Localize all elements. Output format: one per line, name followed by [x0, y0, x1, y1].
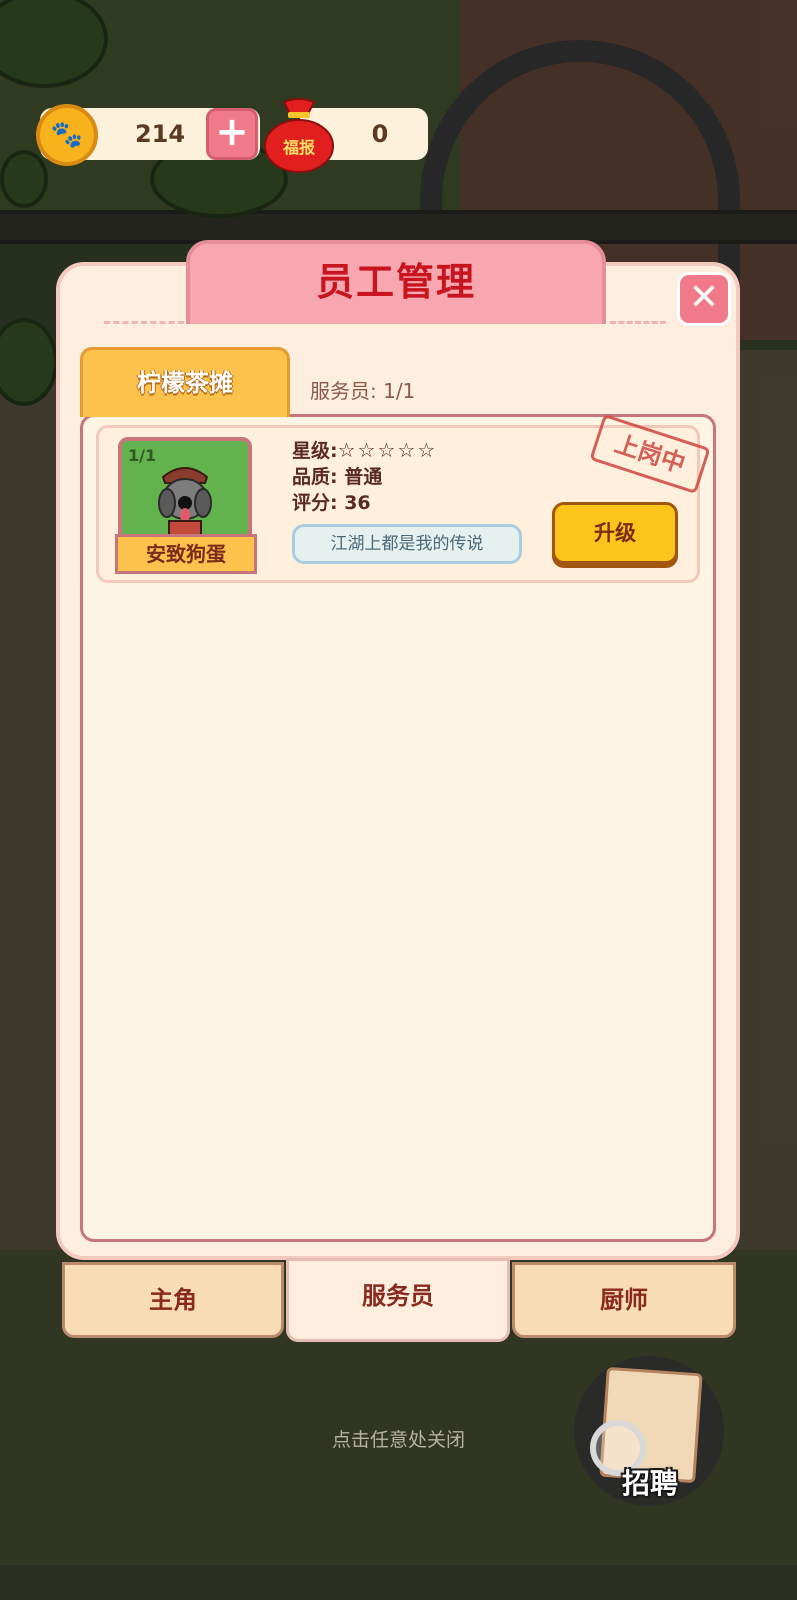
panel-title: 员工管理 — [315, 260, 476, 304]
lucky-bag-icon[interactable]: 福报 — [262, 96, 336, 174]
lucky-bag-count: 0 — [371, 120, 389, 148]
tab-waiter[interactable]: 服务员 — [286, 1258, 510, 1342]
star-level-row: 星级:☆☆☆☆☆ — [292, 436, 437, 463]
dog-avatar-icon — [158, 467, 212, 535]
add-coins-button[interactable]: + — [206, 108, 258, 160]
recruit-label: 招聘 — [621, 1467, 678, 1500]
employee-motto: 江湖上都是我的传说 — [292, 524, 522, 564]
star-label: 星级: — [292, 440, 338, 462]
tab-lemon-tea-stall[interactable]: 柠檬茶摊 — [80, 347, 290, 417]
tab-chef[interactable]: 厨师 — [512, 1262, 736, 1338]
quality-text: 品质: 普通 — [292, 466, 383, 488]
coin-count: 214 — [134, 120, 186, 148]
lucky-bag-label: 福报 — [282, 138, 315, 157]
paw-coin-icon: 🐾 — [36, 104, 98, 166]
close-button[interactable]: ✕ — [677, 272, 731, 326]
score-text: 评分: 36 — [292, 492, 371, 514]
bottom-strip — [0, 1565, 797, 1600]
divider — [610, 321, 666, 324]
staff-count: 服务员: 1/1 — [310, 379, 416, 403]
upgrade-button[interactable]: 升级 — [552, 502, 678, 564]
tab-protagonist[interactable]: 主角 — [62, 1262, 284, 1338]
divider — [104, 321, 184, 324]
employee-name: 安致狗蛋 — [115, 534, 257, 574]
star-rating: ☆☆☆☆☆ — [337, 438, 438, 462]
